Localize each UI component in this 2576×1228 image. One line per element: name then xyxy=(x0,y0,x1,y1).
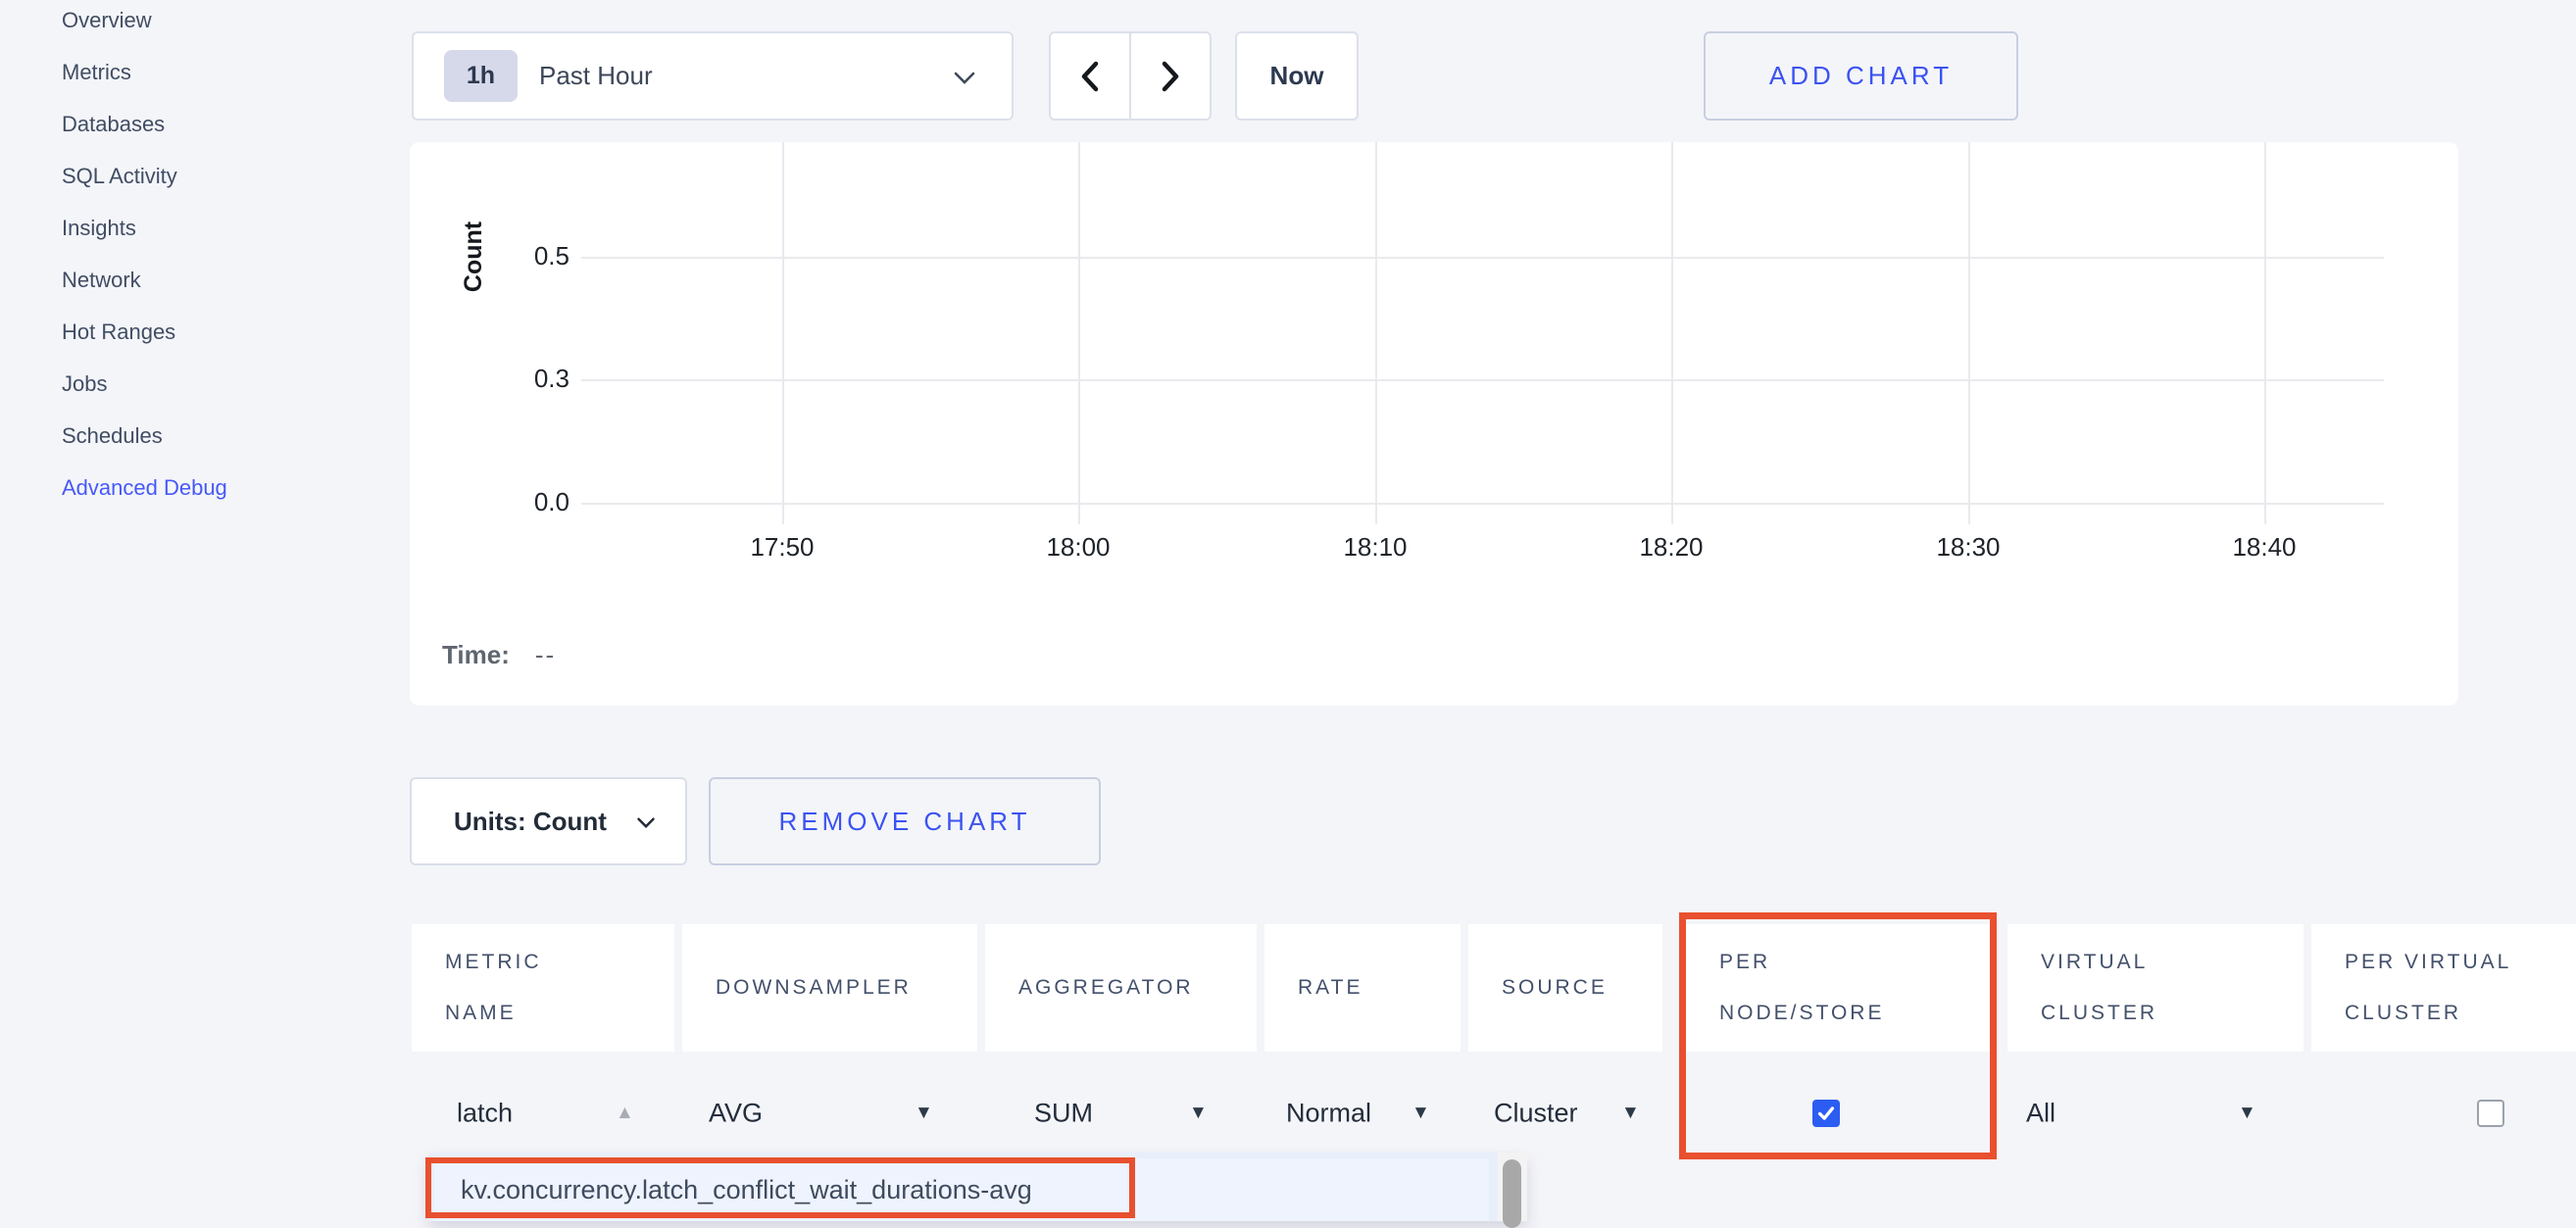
sidebar-item-hot-ranges[interactable]: Hot Ranges xyxy=(62,306,227,358)
per-node-store-checkbox[interactable] xyxy=(1812,1100,1840,1127)
hover-time-value: -- xyxy=(535,640,556,669)
sidebar-item-insights[interactable]: Insights xyxy=(62,202,227,254)
prev-time-button[interactable] xyxy=(1051,33,1131,119)
scrollbar-thumb[interactable] xyxy=(1503,1159,1521,1228)
sidebar-item-schedules[interactable]: Schedules xyxy=(62,410,227,462)
x-tick-label: 18:10 xyxy=(1307,532,1444,563)
column-header-label: PER VIRTUAL CLUSTER xyxy=(2345,937,2565,1039)
sidebar-item-sql-activity[interactable]: SQL Activity xyxy=(62,150,227,202)
column-header-label: METRIC NAME xyxy=(445,937,617,1039)
sidebar-item-jobs[interactable]: Jobs xyxy=(62,358,227,410)
chevron-down-icon xyxy=(636,816,656,829)
sidebar-item-overview[interactable]: Overview xyxy=(62,0,227,46)
column-header-label: PER NODE/STORE xyxy=(1719,937,1940,1039)
sidebar-item-advanced-debug[interactable]: Advanced Debug xyxy=(62,462,227,514)
now-button[interactable]: Now xyxy=(1235,31,1359,121)
chevron-down-icon xyxy=(953,71,976,85)
column-header-source: SOURCE xyxy=(1468,924,1662,1052)
hover-time-readout: Time: -- xyxy=(442,640,556,670)
scrollbar-track[interactable] xyxy=(1498,1153,1527,1221)
chevron-right-icon xyxy=(1160,60,1181,93)
sidebar-item-metrics[interactable]: Metrics xyxy=(62,46,227,98)
y-tick-label: 0.5 xyxy=(471,241,570,271)
metric-name-input[interactable]: latch xyxy=(457,1099,513,1129)
metric-suggestion-item[interactable]: kv.concurrency.latch_conflict_wait_durat… xyxy=(434,1158,1489,1221)
column-header-label: AGGREGATOR xyxy=(1018,962,1194,1013)
virtual-cluster-select-value[interactable]: All xyxy=(2026,1099,2056,1129)
per-virtual-cluster-checkbox[interactable] xyxy=(2477,1100,2504,1127)
column-header-label: RATE xyxy=(1298,962,1362,1013)
sidebar-nav: Overview Metrics Databases SQL Activity … xyxy=(0,0,410,1221)
x-tick-label: 17:50 xyxy=(714,532,851,563)
x-tick-label: 18:00 xyxy=(1010,532,1147,563)
column-header-downsampler: DOWNSAMPLER xyxy=(682,924,977,1052)
aggregator-select-value[interactable]: SUM xyxy=(1034,1099,1093,1129)
custom-chart-card: Count 0.5 0.3 0.0 17:50 18:00 18:10 18:2… xyxy=(410,142,2458,706)
check-icon xyxy=(1815,1103,1837,1124)
hover-time-label: Time: xyxy=(442,640,510,669)
column-header-label: SOURCE xyxy=(1502,962,1608,1013)
sidebar-item-databases[interactable]: Databases xyxy=(62,98,227,150)
dropdown-arrow-icon[interactable]: ▼ xyxy=(1621,1103,1640,1124)
metric-suggestions-dropdown: kv.concurrency.latch_conflict_wait_durat… xyxy=(428,1153,1527,1221)
y-tick-label: 0.3 xyxy=(471,364,570,394)
x-tick-label: 18:30 xyxy=(1900,532,2037,563)
downsampler-select-value[interactable]: AVG xyxy=(709,1099,763,1129)
chevron-left-icon xyxy=(1079,60,1101,93)
dropdown-arrow-icon[interactable]: ▼ xyxy=(2238,1103,2256,1124)
chart-plot-area[interactable] xyxy=(581,142,2384,524)
dropdown-arrow-icon[interactable]: ▼ xyxy=(915,1103,933,1124)
column-header-per-virtual-cluster: PER VIRTUAL CLUSTER xyxy=(2311,924,2576,1052)
time-range-selector[interactable]: 1h Past Hour xyxy=(412,31,1014,121)
dropdown-open-arrow-icon[interactable]: ▲ xyxy=(616,1103,634,1124)
column-header-virtual-cluster: VIRTUAL CLUSTER xyxy=(2007,924,2304,1052)
column-header-per-node-store: PER NODE/STORE xyxy=(1686,924,1990,1052)
time-range-badge: 1h xyxy=(444,50,518,102)
time-step-buttons xyxy=(1049,31,1212,121)
remove-chart-button[interactable]: REMOVE CHART xyxy=(709,777,1101,865)
source-select-value[interactable]: Cluster xyxy=(1494,1099,1578,1129)
dropdown-arrow-icon[interactable]: ▼ xyxy=(1412,1103,1430,1124)
add-chart-button[interactable]: ADD CHART xyxy=(1704,31,2018,121)
column-header-rate: RATE xyxy=(1264,924,1461,1052)
column-header-aggregator: AGGREGATOR xyxy=(985,924,1257,1052)
column-header-label: VIRTUAL CLUSTER xyxy=(2041,937,2212,1039)
units-select-value: Units: Count xyxy=(454,779,607,863)
x-tick-label: 18:40 xyxy=(2196,532,2333,563)
next-time-button[interactable] xyxy=(1131,33,1210,119)
time-range-label: Past Hour xyxy=(539,33,653,119)
rate-select-value[interactable]: Normal xyxy=(1286,1099,1371,1129)
x-tick-label: 18:20 xyxy=(1603,532,1740,563)
units-select[interactable]: Units: Count xyxy=(410,777,687,865)
y-tick-label: 0.0 xyxy=(471,487,570,517)
dropdown-arrow-icon[interactable]: ▼ xyxy=(1189,1103,1208,1124)
sidebar-item-network[interactable]: Network xyxy=(62,254,227,306)
column-header-label: DOWNSAMPLER xyxy=(716,962,912,1013)
column-header-metric-name: METRIC NAME xyxy=(412,924,674,1052)
